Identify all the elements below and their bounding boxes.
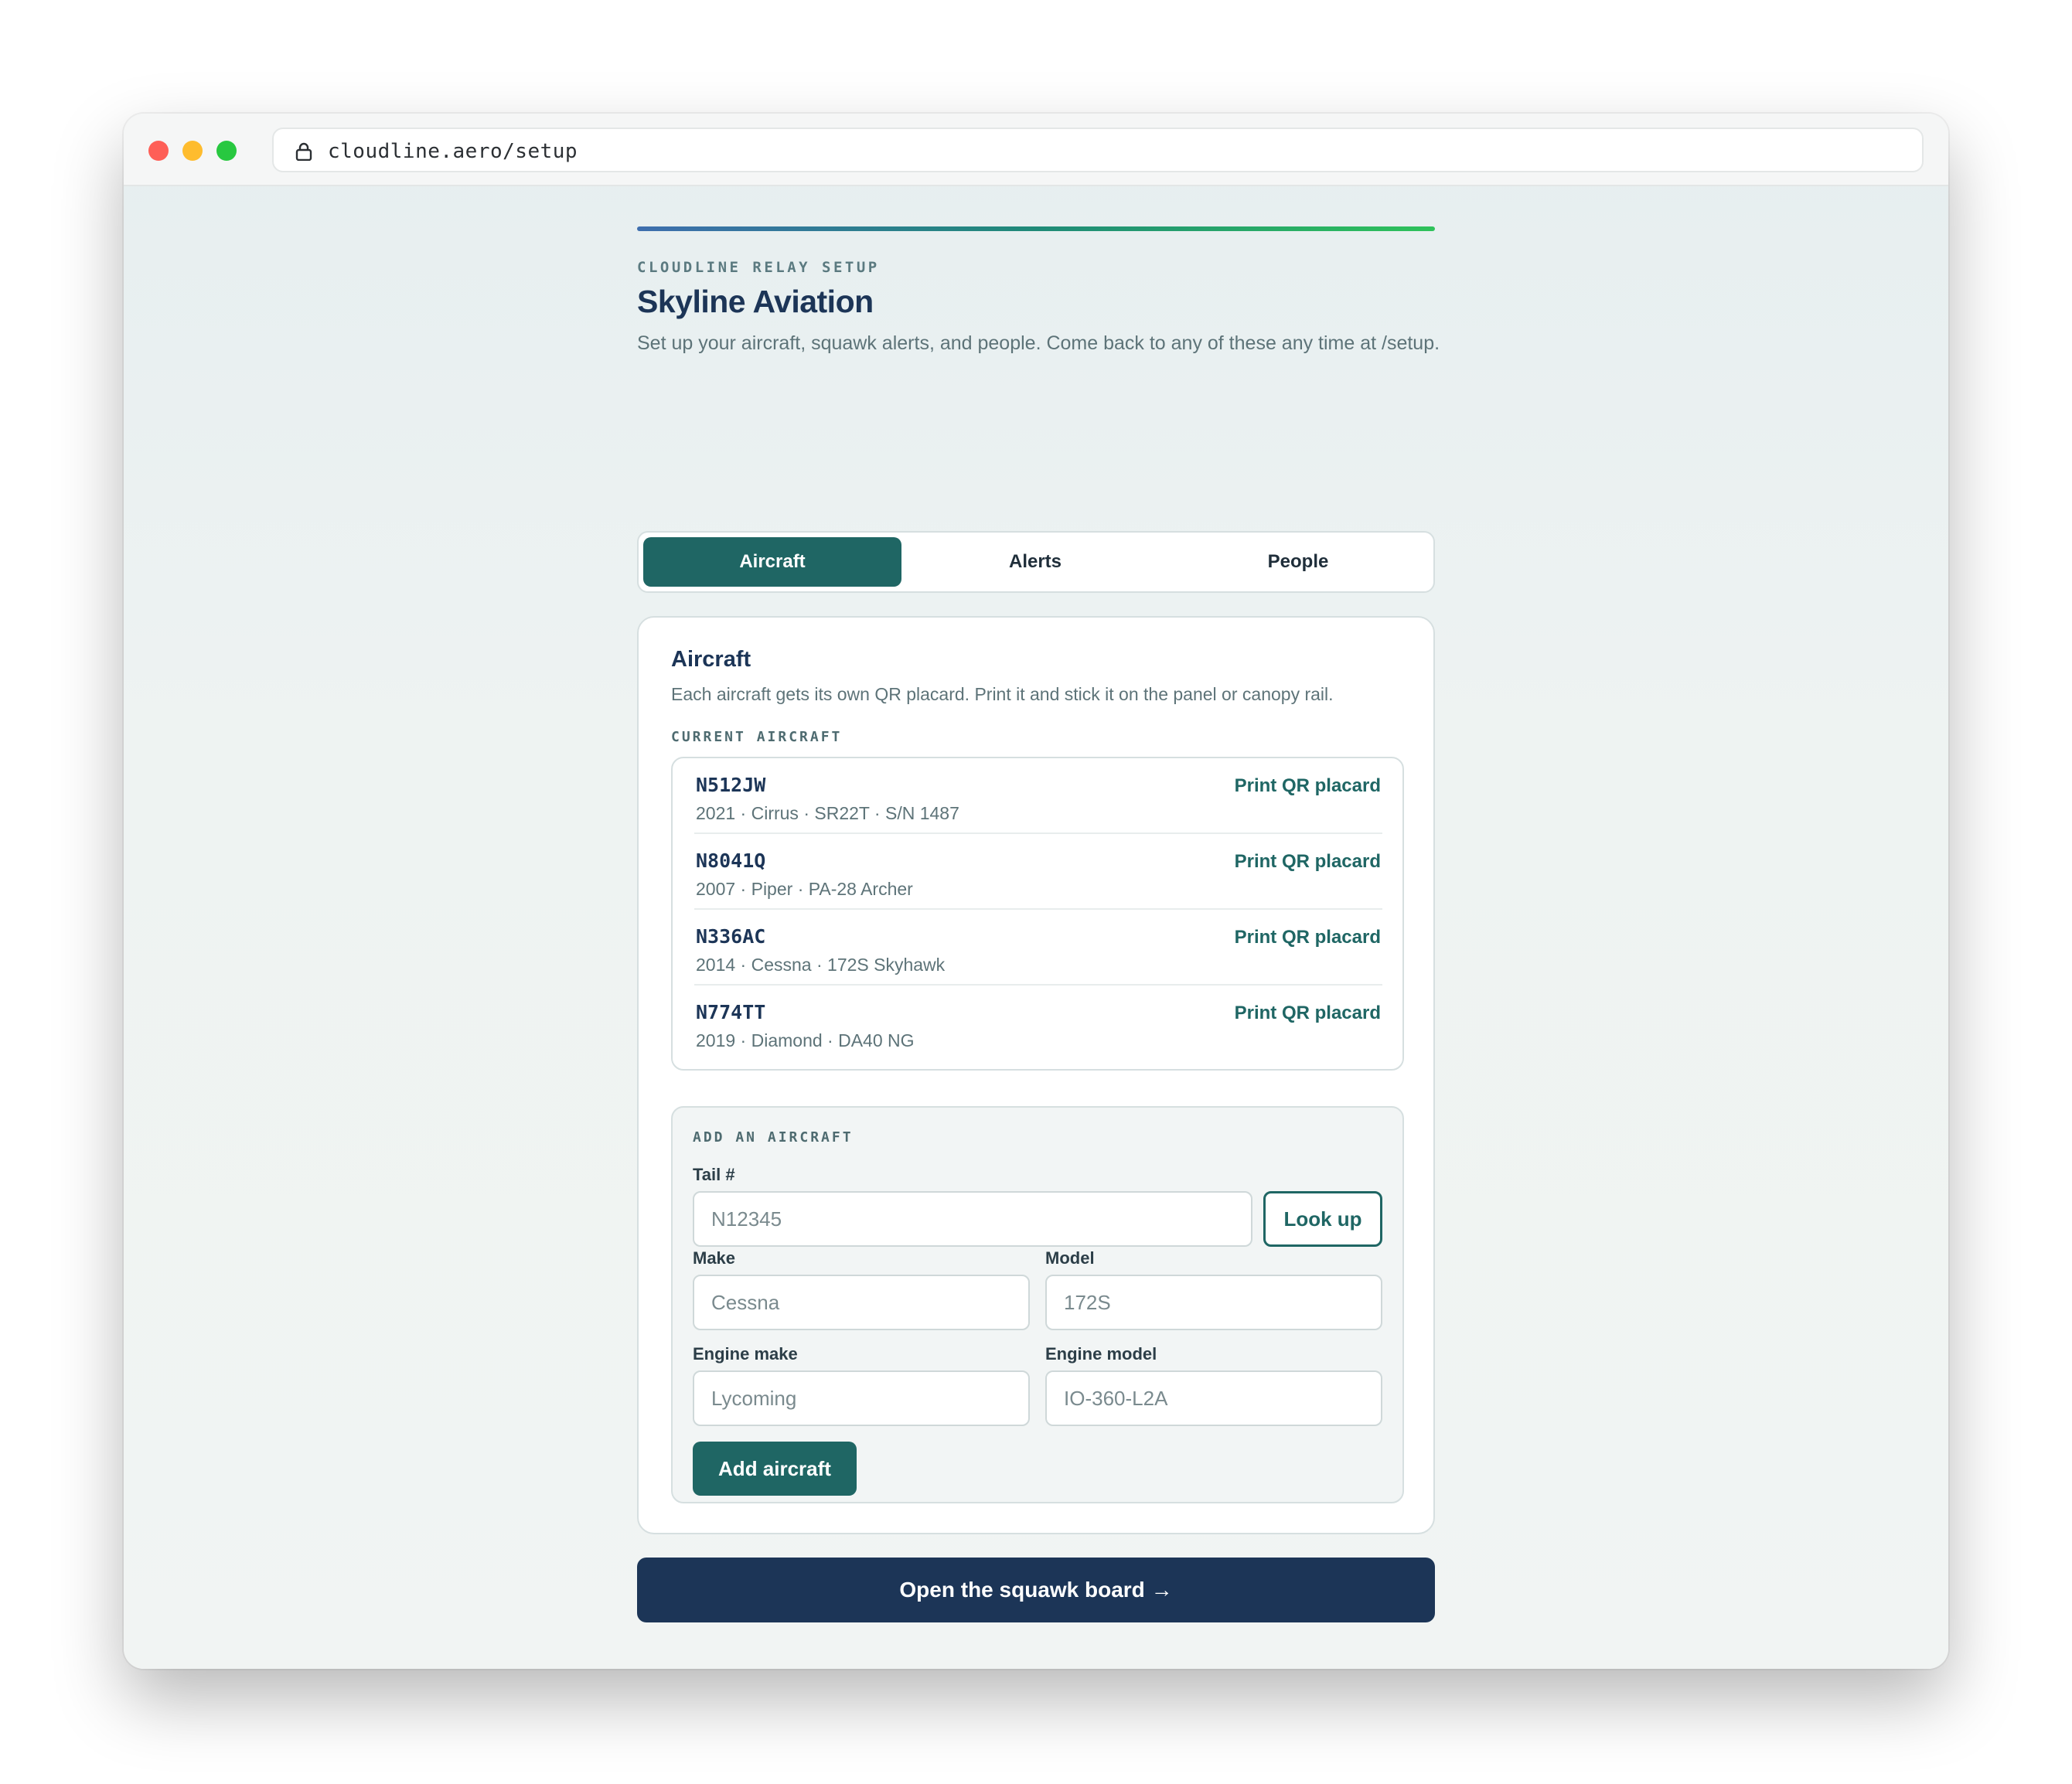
browser-titlebar: cloudline.aero/setup (124, 114, 1948, 186)
aircraft-tail-number: N512JW (696, 774, 766, 796)
tab-aircraft[interactable]: Aircraft (643, 537, 901, 587)
make-input[interactable] (693, 1275, 1030, 1330)
aircraft-row: N336AC 2014 · Cessna · 172S Skyhawk Prin… (694, 910, 1382, 986)
aircraft-row: N512JW 2021 · Cirrus · SR22T · S/N 1487 … (694, 758, 1382, 834)
aircraft-list: N512JW 2021 · Cirrus · SR22T · S/N 1487 … (671, 757, 1404, 1071)
print-qr-placard-link[interactable]: Print QR placard (1235, 851, 1381, 873)
aircraft-tail-number: N774TT (696, 1001, 766, 1023)
page-title: Skyline Aviation (637, 284, 874, 319)
aircraft-meta: 2021 · Cirrus · SR22T · S/N 1487 (696, 803, 959, 823)
make-label: Make (693, 1248, 736, 1268)
maximize-window-button[interactable] (216, 141, 237, 161)
engine-make-input[interactable] (693, 1370, 1030, 1426)
aircraft-tail-number: N8041Q (696, 849, 766, 872)
print-qr-placard-link[interactable]: Print QR placard (1235, 927, 1381, 948)
page-eyebrow: CLOUDLINE RELAY SETUP (637, 259, 880, 276)
tab-alerts[interactable]: Alerts (906, 537, 1164, 587)
aircraft-row: N8041Q 2007 · Piper · PA-28 Archer Print… (694, 834, 1382, 910)
open-squawk-board-button[interactable]: Open the squawk board → (637, 1558, 1435, 1622)
aircraft-meta: 2007 · Piper · PA-28 Archer (696, 879, 913, 899)
aircraft-meta: 2014 · Cessna · 172S Skyhawk (696, 955, 946, 975)
page-subtitle: Set up your aircraft, squawk alerts, and… (637, 332, 1440, 354)
address-url: cloudline.aero/setup (328, 140, 578, 163)
aircraft-tail-number: N336AC (696, 925, 766, 948)
model-label: Model (1045, 1248, 1095, 1268)
tab-people[interactable]: People (1169, 537, 1427, 587)
print-qr-placard-link[interactable]: Print QR placard (1235, 1003, 1381, 1024)
aircraft-card-title: Aircraft (671, 647, 751, 672)
browser-window: cloudline.aero/setup CLOUDLINE RELAY SET… (124, 114, 1948, 1669)
look-up-button[interactable]: Look up (1263, 1191, 1382, 1247)
header-accent-bar (637, 226, 1435, 231)
minimize-window-button[interactable] (182, 141, 203, 161)
engine-make-label: Engine make (693, 1344, 798, 1364)
address-bar[interactable]: cloudline.aero/setup (272, 128, 1924, 172)
current-aircraft-label: CURRENT AIRCRAFT (671, 729, 843, 745)
engine-model-input[interactable] (1045, 1370, 1382, 1426)
add-aircraft-button[interactable]: Add aircraft (693, 1442, 857, 1496)
print-qr-placard-link[interactable]: Print QR placard (1235, 775, 1381, 797)
tail-number-input[interactable] (693, 1191, 1252, 1247)
engine-model-label: Engine model (1045, 1344, 1157, 1364)
close-window-button[interactable] (148, 141, 169, 161)
add-aircraft-label: ADD AN AIRCRAFT (693, 1129, 854, 1146)
tail-number-label: Tail # (693, 1165, 735, 1184)
aircraft-card-description: Each aircraft gets its own QR placard. P… (671, 684, 1334, 704)
add-aircraft-form: ADD AN AIRCRAFT Tail # Look up Make Mode… (671, 1106, 1404, 1503)
setup-tabs: Aircraft Alerts People (637, 531, 1435, 593)
aircraft-card: Aircraft Each aircraft gets its own QR p… (637, 616, 1435, 1534)
aircraft-row: N774TT 2019 · Diamond · DA40 NG Print QR… (694, 986, 1382, 1061)
model-input[interactable] (1045, 1275, 1382, 1330)
aircraft-meta: 2019 · Diamond · DA40 NG (696, 1030, 915, 1050)
lock-icon (295, 142, 312, 161)
